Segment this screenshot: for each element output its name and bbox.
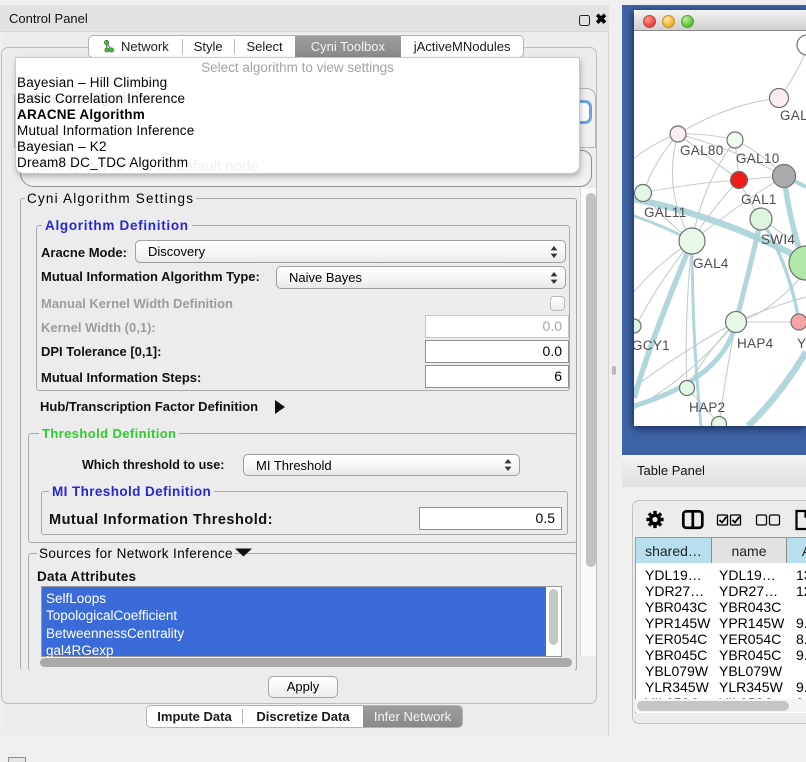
- svg-text:GCY1: GCY1: [634, 338, 670, 353]
- svg-text:GAL4: GAL4: [693, 256, 729, 271]
- svg-text:HAP4: HAP4: [737, 336, 774, 351]
- svg-text:GAL80: GAL80: [680, 143, 724, 158]
- svg-text:GAL2: GAL2: [780, 108, 806, 123]
- svg-text:GAL1: GAL1: [741, 192, 777, 207]
- svg-text:HAP2: HAP2: [689, 400, 725, 415]
- svg-text:GAL11: GAL11: [644, 205, 687, 220]
- svg-text:SWI4: SWI4: [761, 232, 795, 247]
- svg-text:Y: Y: [797, 336, 806, 351]
- svg-text:GAL10: GAL10: [736, 151, 780, 166]
